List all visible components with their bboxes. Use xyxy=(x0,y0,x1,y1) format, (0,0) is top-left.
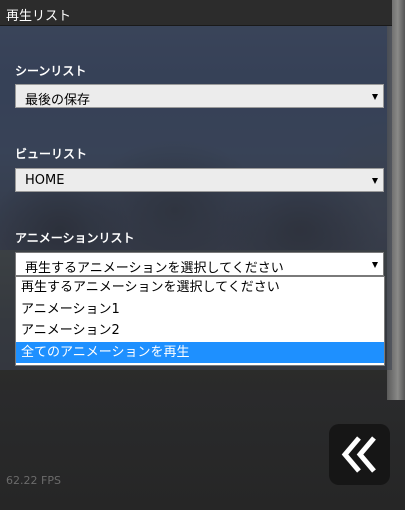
dropdown-arrow-icon xyxy=(372,94,378,100)
scene-list-select[interactable]: 最後の保存 xyxy=(15,84,384,108)
panel-titlebar: 再生リスト xyxy=(0,0,392,26)
animation-list-label: アニメーションリスト xyxy=(15,231,135,245)
dropdown-option-highlighted[interactable]: 全てのアニメーションを再生 xyxy=(16,341,384,363)
double-chevron-left-icon xyxy=(341,436,376,473)
view-list-value: HOME xyxy=(25,173,65,188)
animation-list-value: 再生するアニメーションを選択してください xyxy=(25,261,284,276)
fps-counter: 62.22 FPS xyxy=(6,474,61,487)
scene-list-label: シーンリスト xyxy=(15,64,87,78)
animation-list-select[interactable]: 再生するアニメーションを選択してください xyxy=(15,252,384,276)
animation-list-dropdown: 再生するアニメーションを選択してください アニメーション1 アニメーション2 全… xyxy=(15,276,385,366)
view-list-label: ビューリスト xyxy=(15,147,88,161)
dropdown-option[interactable]: 再生するアニメーションを選択してください xyxy=(16,277,384,299)
scene-list-value: 最後の保存 xyxy=(25,93,91,108)
dropdown-option[interactable]: アニメーション2 xyxy=(16,320,384,342)
playlist-panel: 再生リスト シーンリスト 最後の保存 ビューリスト HOME アニメーションリス… xyxy=(0,0,392,370)
panel-title: 再生リスト xyxy=(6,9,72,24)
dropdown-arrow-icon xyxy=(372,262,378,268)
dropdown-arrow-icon xyxy=(372,178,378,184)
panel-toggle-button[interactable] xyxy=(329,424,390,485)
dropdown-option[interactable]: アニメーション1 xyxy=(16,299,384,321)
view-list-select[interactable]: HOME xyxy=(15,168,384,192)
